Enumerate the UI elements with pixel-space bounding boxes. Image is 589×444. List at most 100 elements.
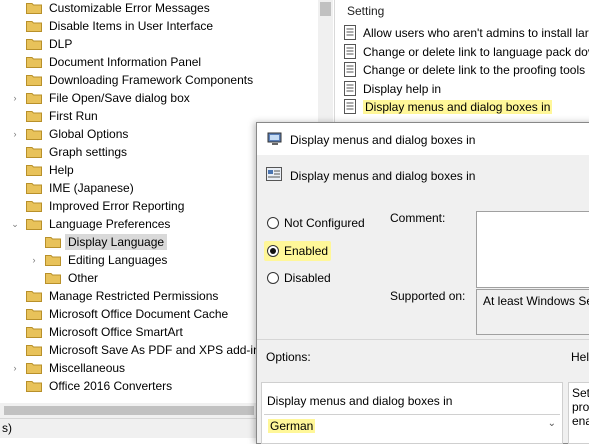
folder-icon (26, 74, 42, 86)
tree-item-label: Microsoft Save As PDF and XPS add-ins (49, 343, 266, 357)
chevron-right-icon[interactable]: › (10, 89, 20, 107)
policy-document-icon (343, 62, 357, 78)
help-text-line: pro (572, 400, 589, 414)
folder-icon (26, 164, 42, 176)
options-label: Options: (266, 350, 311, 364)
tree-item-label: File Open/Save dialog box (49, 91, 190, 105)
tree-item[interactable]: › File Open/Save dialog box (0, 89, 320, 107)
tree-item-label: Downloading Framework Components (49, 73, 254, 87)
radio-disabled[interactable]: Disabled (267, 269, 331, 287)
chevron-right-icon[interactable]: › (10, 359, 20, 377)
policy-header: Display menus and dialog boxes in (257, 159, 589, 189)
help-label: Hel (571, 350, 589, 364)
tree-item-label: Other (68, 271, 99, 285)
tree-item-label: Microsoft Office Document Cache (49, 307, 229, 321)
tree-item[interactable]: DLP (0, 35, 320, 53)
radio-disabled-label: Disabled (284, 271, 331, 285)
divider (257, 339, 589, 340)
tree-item-label: Improved Error Reporting (49, 199, 185, 213)
tree-item-label: DLP (49, 37, 73, 51)
folder-icon (26, 110, 42, 122)
policy-document-icon (343, 44, 357, 60)
radio-not-configured-label: Not Configured (284, 216, 365, 230)
setting-item[interactable]: Change or delete link to language pack d… (343, 43, 589, 61)
radio-disabled-indicator[interactable] (267, 272, 279, 284)
help-text-line: ena (572, 414, 589, 428)
supported-on-value: At least Windows Se (483, 294, 589, 308)
setting-item-label: Change or delete link to the proofing to… (363, 63, 586, 77)
folder-icon (26, 92, 42, 104)
tree-item-label: Editing Languages (68, 253, 168, 267)
tree-item-label: Document Information Panel (49, 55, 202, 69)
folder-icon (45, 236, 61, 248)
tree-item-label: Microsoft Office SmartArt (49, 325, 183, 339)
scrollbar-thumb[interactable] (4, 406, 254, 415)
supported-on-label: Supported on: (390, 289, 466, 303)
status-text: s) (2, 421, 12, 435)
settings-column-header[interactable]: Setting (347, 4, 384, 18)
tree-item-label: Disable Items in User Interface (49, 19, 214, 33)
tree-item[interactable]: Document Information Panel (0, 53, 320, 71)
tree-item[interactable]: Downloading Framework Components (0, 71, 320, 89)
help-panel: Set pro ena (568, 382, 589, 444)
options-panel: Display menus and dialog boxes in German… (261, 382, 563, 444)
tree-item-label: First Run (49, 109, 98, 123)
chevron-right-icon[interactable]: › (29, 251, 39, 269)
tree-item-label: Global Options (49, 127, 129, 141)
radio-enabled-indicator[interactable] (267, 245, 279, 257)
setting-item[interactable]: Change or delete link to the proofing to… (343, 61, 585, 79)
language-dropdown-value: German (268, 419, 316, 433)
policy-document-icon (343, 25, 357, 41)
folder-icon (26, 182, 42, 194)
comment-textarea[interactable] (476, 211, 589, 288)
folder-icon (26, 308, 42, 320)
tree-item-label: Help (49, 163, 74, 177)
language-dropdown[interactable]: German ⌄ (264, 414, 560, 437)
folder-icon (26, 344, 42, 356)
folder-icon (26, 326, 42, 338)
folder-icon (26, 2, 42, 14)
comment-label: Comment: (390, 211, 446, 225)
help-text-line: Set (572, 386, 589, 400)
setting-item[interactable]: Display menus and dialog boxes in (343, 98, 553, 116)
tree-item-label: Language Preferences (49, 217, 171, 231)
folder-icon (26, 380, 42, 392)
radio-not-configured[interactable]: Not Configured (267, 214, 365, 232)
tree-item-label: Manage Restricted Permissions (49, 289, 219, 303)
setting-item-label: Display menus and dialog boxes in (363, 100, 553, 114)
folder-icon (26, 200, 42, 212)
folder-icon (26, 362, 42, 374)
policy-document-icon (343, 99, 357, 115)
folder-icon (26, 146, 42, 158)
tree-item-label: Office 2016 Converters (49, 379, 173, 393)
chevron-right-icon[interactable]: › (10, 125, 20, 143)
setting-item-label: Allow users who aren't admins to install… (363, 26, 589, 40)
policy-editor-icon (267, 132, 283, 149)
folder-icon (26, 128, 42, 140)
tree-item-label: IME (Japanese) (49, 181, 134, 195)
tree-item-label: Graph settings (49, 145, 128, 159)
tree-item[interactable]: Disable Items in User Interface (0, 17, 320, 35)
folder-icon (45, 272, 61, 284)
dialog-titlebar[interactable]: Display menus and dialog boxes in (257, 123, 589, 155)
folder-icon (26, 56, 42, 68)
chevron-down-icon[interactable]: ⌄ (10, 215, 20, 233)
tree-item-label: Miscellaneous (49, 361, 126, 375)
scrollbar-thumb[interactable] (320, 2, 331, 16)
setting-item-label: Change or delete link to language pack d… (363, 45, 589, 59)
folder-icon (45, 254, 61, 266)
policy-dialog: Display menus and dialog boxes in Displa… (256, 122, 589, 444)
tree-item-label: Display Language (65, 234, 168, 250)
radio-enabled-label: Enabled (284, 244, 329, 258)
policy-setting-icon (266, 167, 282, 184)
setting-item-label: Display help in (363, 82, 442, 96)
tree-item[interactable]: Customizable Error Messages (0, 0, 320, 17)
radio-enabled[interactable]: Enabled (264, 241, 332, 261)
setting-item[interactable]: Display help in (343, 80, 441, 98)
supported-on-box: At least Windows Se (476, 289, 589, 335)
setting-item[interactable]: Allow users who aren't admins to install… (343, 24, 589, 42)
policy-name: Display menus and dialog boxes in (290, 169, 476, 183)
folder-icon (26, 218, 42, 230)
chevron-down-icon[interactable]: ⌄ (548, 418, 556, 429)
radio-not-configured-indicator[interactable] (267, 217, 279, 229)
